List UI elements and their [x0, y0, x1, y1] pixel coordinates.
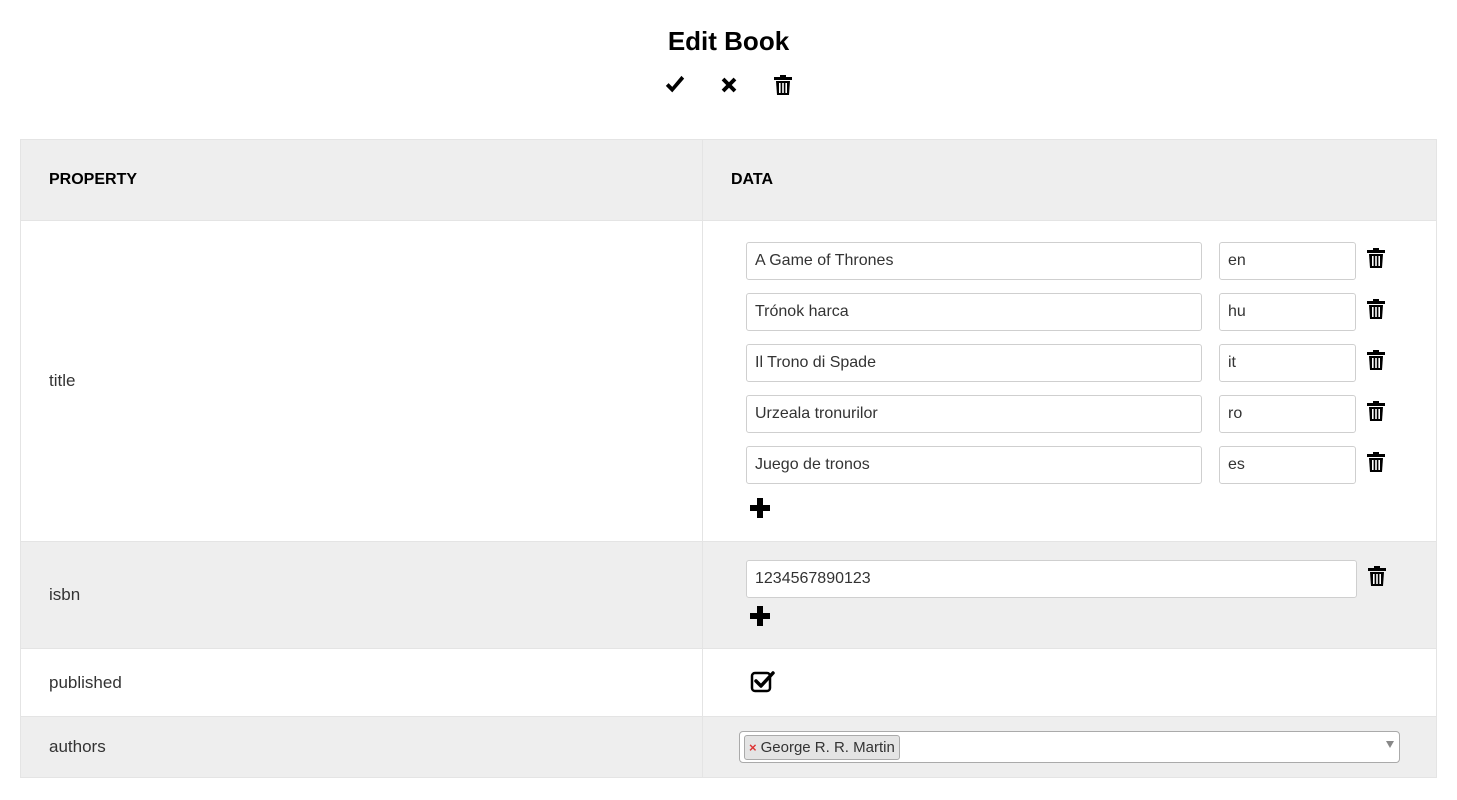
selected-author-tag: × George R. R. Martin — [744, 735, 900, 760]
delete-title-ro-button[interactable] — [1366, 400, 1388, 424]
property-label-published: published — [21, 649, 703, 716]
save-button[interactable] — [662, 72, 688, 98]
table-row-title: title — [21, 220, 1436, 541]
property-label-title: title — [21, 221, 703, 541]
delete-title-hu-button[interactable] — [1366, 298, 1388, 322]
title-value-input-hu[interactable] — [746, 293, 1202, 331]
table-row-published: published — [21, 648, 1436, 716]
property-label-isbn: isbn — [21, 542, 703, 648]
title-value-input-it[interactable] — [746, 344, 1202, 382]
cancel-button[interactable] — [716, 72, 742, 98]
properties-table: PROPERTY DATA title A Game of Thrones en… — [20, 139, 1437, 778]
delete-button[interactable] — [770, 72, 796, 98]
title-lang-input-en[interactable] — [1219, 242, 1356, 280]
add-isbn-button[interactable] — [749, 605, 773, 629]
trash-icon — [773, 75, 792, 95]
trash-icon — [1367, 401, 1385, 421]
trash-icon — [1367, 350, 1385, 370]
data-column-header: DATA — [731, 171, 774, 188]
toolbar — [0, 72, 1457, 98]
table-row-isbn: isbn — [21, 541, 1436, 648]
check-icon — [665, 75, 684, 93]
remove-author-button[interactable]: × — [749, 740, 757, 755]
trash-icon — [1367, 248, 1385, 268]
checked-checkbox-icon — [750, 671, 775, 693]
authors-select[interactable]: × George R. R. Martin — [739, 731, 1400, 763]
title-value-input-es[interactable] — [746, 446, 1202, 484]
property-label-authors: authors — [21, 717, 703, 777]
title-lang-input-ro[interactable] — [1219, 395, 1356, 433]
published-checkbox[interactable] — [750, 669, 776, 695]
title-lang-input-es[interactable] — [1219, 446, 1356, 484]
delete-title-it-button[interactable] — [1366, 349, 1388, 373]
close-icon — [721, 77, 736, 93]
page-title: Edit Book — [667, 26, 790, 56]
title-lang-input-hu[interactable] — [1219, 293, 1356, 331]
plus-icon — [750, 606, 770, 626]
add-title-button[interactable] — [749, 497, 773, 521]
isbn-value-input[interactable] — [746, 560, 1357, 598]
delete-title-en-button[interactable] — [1366, 247, 1388, 271]
selected-author-label: George R. R. Martin — [760, 739, 895, 756]
title-lang-input-it[interactable] — [1219, 344, 1356, 382]
property-column-header: PROPERTY — [21, 140, 703, 220]
title-value-input-ro[interactable] — [746, 395, 1202, 433]
table-header: PROPERTY DATA — [21, 140, 1436, 220]
title-value-input-en[interactable] — [746, 242, 1202, 280]
trash-icon — [1367, 452, 1385, 472]
trash-icon — [1367, 299, 1385, 319]
delete-isbn-button[interactable] — [1367, 565, 1389, 589]
plus-icon — [750, 498, 770, 518]
trash-icon — [1368, 566, 1386, 586]
table-row-authors: authors × George R. R. Martin — [21, 716, 1436, 777]
delete-title-es-button[interactable] — [1366, 451, 1388, 475]
dropdown-arrow-icon[interactable] — [1386, 741, 1394, 748]
